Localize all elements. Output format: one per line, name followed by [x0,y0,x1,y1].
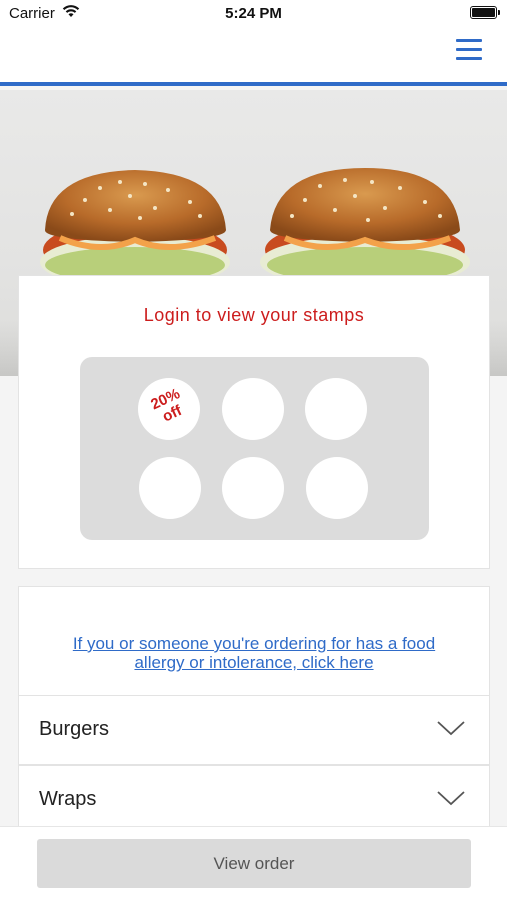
stamp-slot [306,457,368,519]
allergy-card: If you or someone you're ordering for ha… [18,586,490,695]
login-to-view-stamps-link[interactable]: Login to view your stamps [19,305,489,326]
burger-right [260,168,470,288]
burger-left [40,170,230,288]
bottom-bar: View order [0,826,507,900]
clock: 5:24 PM [225,5,282,22]
category-wraps[interactable]: Wraps [18,765,490,835]
category-label: Wraps [39,788,97,810]
battery-icon [470,6,500,19]
allergy-info-link[interactable]: If you or someone you're ordering for ha… [29,634,479,672]
category-label: Burgers [39,718,110,740]
stamp-card: Login to view your stamps 20% off [18,275,490,569]
view-order-button[interactable]: View order [37,839,471,888]
status-bar: Carrier 5:24 PM [0,0,507,28]
nav-bar [0,28,507,86]
allergy-link-line2: allergy or intolerance, click here [134,653,374,672]
stamp-slot-reward: 20% off [138,378,200,440]
category-burgers[interactable]: Burgers [18,695,490,765]
stamp-slot [222,378,284,440]
chevron-down-icon [437,790,465,811]
stamp-slot [222,457,284,519]
reward-label: 20% off [134,379,204,434]
hamburger-menu-icon[interactable] [456,39,482,65]
stamp-grid: 20% off [80,357,429,540]
stamp-slot [139,457,201,519]
chevron-down-icon [437,720,465,741]
allergy-link-line1: If you or someone you're ordering for ha… [72,634,436,653]
stamp-slot [305,378,367,440]
